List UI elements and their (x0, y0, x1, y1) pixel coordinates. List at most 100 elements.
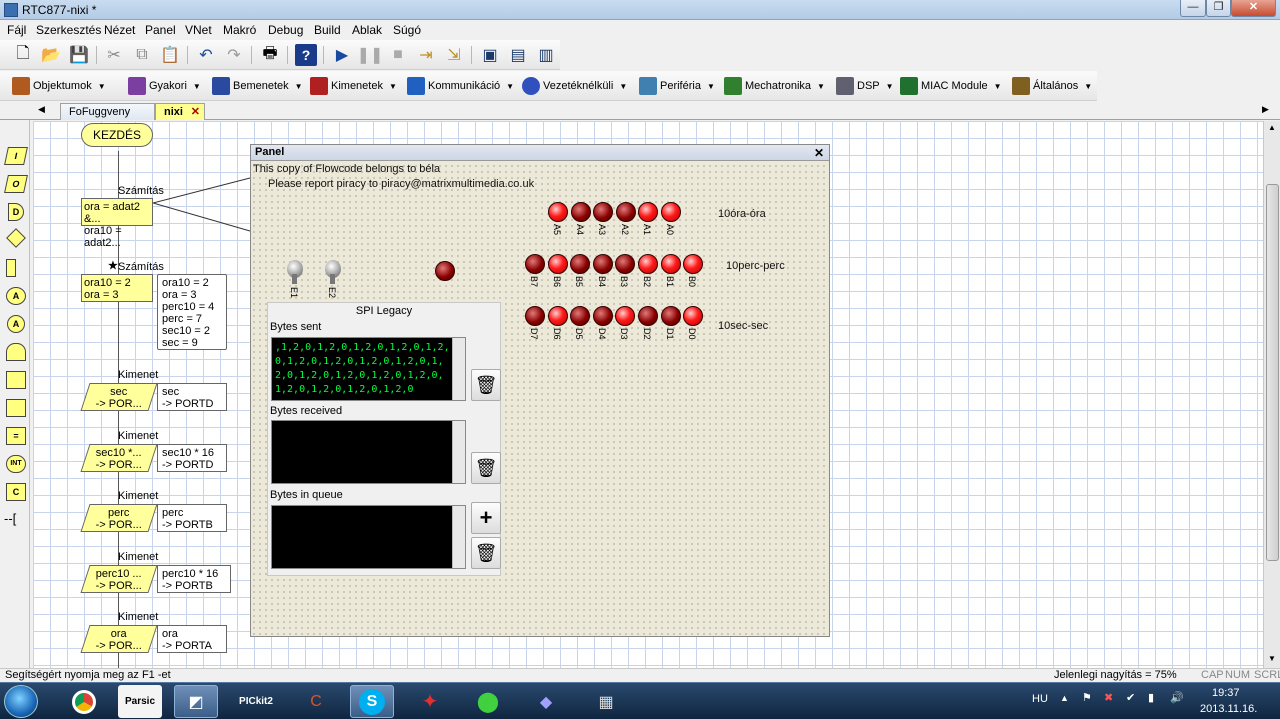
tray-check-icon[interactable]: ✔ (1126, 691, 1135, 704)
tab-scroll-left-icon[interactable]: ◀ (38, 104, 45, 115)
new-file-icon[interactable]: 🗋 (12, 44, 34, 66)
tab-close-icon[interactable]: ✕ (191, 104, 200, 120)
clear-queue-trash-icon[interactable]: 🗑 (471, 537, 501, 569)
components-common[interactable]: Gyakori ▼ (128, 76, 201, 96)
copy-icon[interactable]: ⧉ (131, 44, 153, 66)
output-palette-icon[interactable]: O (4, 175, 28, 193)
flowcode-icon[interactable]: ◩ (174, 685, 218, 718)
loop-palette-icon[interactable] (6, 371, 26, 389)
print-icon[interactable]: 🖶 (259, 44, 281, 66)
tray-network-error-icon[interactable]: ✖ (1104, 691, 1113, 704)
calculation-palette-icon[interactable] (6, 399, 26, 417)
components-inputs[interactable]: Bemenetek ▼ (212, 76, 303, 96)
compile-icon[interactable]: ▤ (507, 44, 529, 66)
output-block-ora[interactable]: ora -> POR... (80, 625, 158, 653)
chip-icon[interactable]: ▣ (479, 44, 501, 66)
components-communication[interactable]: Kommunikáció ▼ (407, 76, 514, 96)
delay-palette-icon[interactable]: D (8, 203, 24, 221)
pause-icon[interactable]: ❚❚ (357, 44, 384, 66)
clear-received-trash-icon[interactable]: 🗑 (471, 452, 501, 484)
bytes-sent-box[interactable]: ,1,2,0,1,2,0,1,2,0,1,2,0,1,2,0,1,2,0,1,2… (271, 337, 466, 401)
tray-date[interactable]: 2013.11.16. (1200, 703, 1257, 715)
close-button[interactable]: ✕ (1231, 0, 1276, 17)
bytes-queue-box[interactable] (271, 505, 466, 569)
start-button[interactable] (4, 685, 38, 718)
tray-language[interactable]: HU (1032, 693, 1048, 705)
macro-palette-icon[interactable]: A (7, 315, 25, 333)
menu-file[interactable]: Fájl (7, 23, 26, 37)
scrollbar-thumb[interactable] (1266, 184, 1279, 561)
help-icon[interactable]: ? (295, 44, 317, 66)
ccleaner-icon[interactable]: C (294, 685, 338, 718)
redo-icon[interactable]: ↷ (223, 44, 245, 66)
green-app-icon[interactable]: ⬤ (466, 685, 510, 718)
components-peripheral[interactable]: Periféria ▼ (639, 76, 715, 96)
tray-flag-icon[interactable]: ⚑ (1082, 691, 1092, 704)
clear-sent-trash-icon[interactable]: 🗑 (471, 369, 501, 401)
book-app-icon[interactable]: ▦ (584, 685, 628, 718)
toggle-switch-e1[interactable] (285, 260, 305, 286)
chrome-icon[interactable] (62, 685, 106, 718)
paste-icon[interactable]: 📋 (159, 44, 181, 66)
tray-battery-icon[interactable]: ▮ (1148, 691, 1154, 704)
components-outputs[interactable]: Kimenetek ▼ (310, 76, 397, 96)
dragon-app-icon[interactable]: ✦ (408, 685, 452, 718)
components-miac[interactable]: MIAC Module ▼ (900, 76, 1002, 96)
undo-icon[interactable]: ↶ (195, 44, 217, 66)
a-to-d-palette-icon[interactable]: A (6, 287, 26, 305)
cut-icon[interactable]: ✂ (103, 44, 125, 66)
chip-app-icon[interactable]: ◆ (524, 685, 568, 718)
pickit2-icon[interactable]: PICkit2 (234, 685, 278, 718)
program-chip-icon[interactable]: ▥ (535, 44, 557, 66)
save-icon[interactable]: 💾 (68, 44, 90, 66)
toggle-switch-e2[interactable] (323, 260, 343, 286)
tab-scroll-right-icon[interactable]: ▶ (1262, 104, 1269, 115)
menu-vnet[interactable]: VNet (185, 23, 212, 37)
output-block-perc10[interactable]: perc10 ... -> POR... (80, 565, 158, 593)
menu-help[interactable]: Súgó (393, 23, 421, 37)
code-palette-icon[interactable]: C (6, 483, 26, 501)
menu-panel[interactable]: Panel (145, 23, 176, 37)
output-block-perc[interactable]: perc -> POR... (80, 504, 158, 532)
step-over-icon[interactable]: ⇲ (443, 44, 465, 66)
menu-edit[interactable]: Szerkesztés (36, 23, 101, 37)
minimize-button[interactable]: — (1180, 0, 1206, 17)
menu-window[interactable]: Ablak (352, 23, 382, 37)
components-dsp[interactable]: DSP ▼ (836, 76, 894, 96)
bytes-received-box[interactable] (271, 420, 466, 484)
bytes-sent-scrollbar[interactable] (452, 338, 465, 400)
components-mechatronics[interactable]: Mechatronika ▼ (724, 76, 825, 96)
menu-view[interactable]: Nézet (104, 23, 135, 37)
decision-palette-icon[interactable] (6, 228, 26, 248)
components-wireless[interactable]: Vezetéknélküli ▼ (522, 76, 627, 96)
tab-nixi[interactable]: nixi ✕ (155, 103, 205, 120)
canvas-vertical-scrollbar[interactable]: ▲ ▼ (1263, 121, 1280, 668)
string-palette-icon[interactable]: = (6, 427, 26, 445)
menu-macro[interactable]: Makró (223, 23, 256, 37)
calculation-block-1[interactable]: ora = adat2 &... ora10 = adat2... (81, 198, 153, 249)
parsic-icon[interactable]: Parsic (118, 685, 162, 718)
stop-icon[interactable]: ■ (387, 44, 409, 66)
maximize-button[interactable]: ❐ (1206, 0, 1231, 17)
tray-expand-icon[interactable]: ▲ (1060, 693, 1069, 703)
interrupt-palette-icon[interactable]: INT (6, 455, 26, 473)
components-objects[interactable]: Objektumok ▼ (12, 76, 106, 96)
panel-close-icon[interactable]: ✕ (814, 146, 824, 161)
start-terminator[interactable]: KEZDÉS (81, 123, 153, 147)
calculation-block-2[interactable]: ora10 = 2 ora = 3 (81, 274, 153, 302)
output-block-sec10[interactable]: sec10 *... -> POR... (80, 444, 158, 472)
run-icon[interactable]: ▶ (331, 44, 353, 66)
connection-palette-icon[interactable] (6, 259, 16, 277)
tray-volume-icon[interactable]: 🔊 (1170, 691, 1184, 704)
add-queue-plus-icon[interactable]: + (471, 502, 501, 534)
components-general[interactable]: Általános ▼ (1012, 76, 1092, 96)
skype-icon[interactable]: S (350, 685, 394, 718)
menu-debug[interactable]: Debug (268, 23, 303, 37)
open-folder-icon[interactable]: 📂 (40, 44, 62, 66)
comment-palette-icon[interactable]: --[ (4, 511, 16, 526)
step-into-icon[interactable]: ⇥ (415, 44, 437, 66)
input-palette-icon[interactable]: I (4, 147, 28, 165)
tray-time[interactable]: 19:37 (1212, 687, 1240, 699)
output-block-sec[interactable]: sec -> POR... (80, 383, 158, 411)
tab-fofuggveny[interactable]: FoFuggveny (60, 103, 155, 120)
